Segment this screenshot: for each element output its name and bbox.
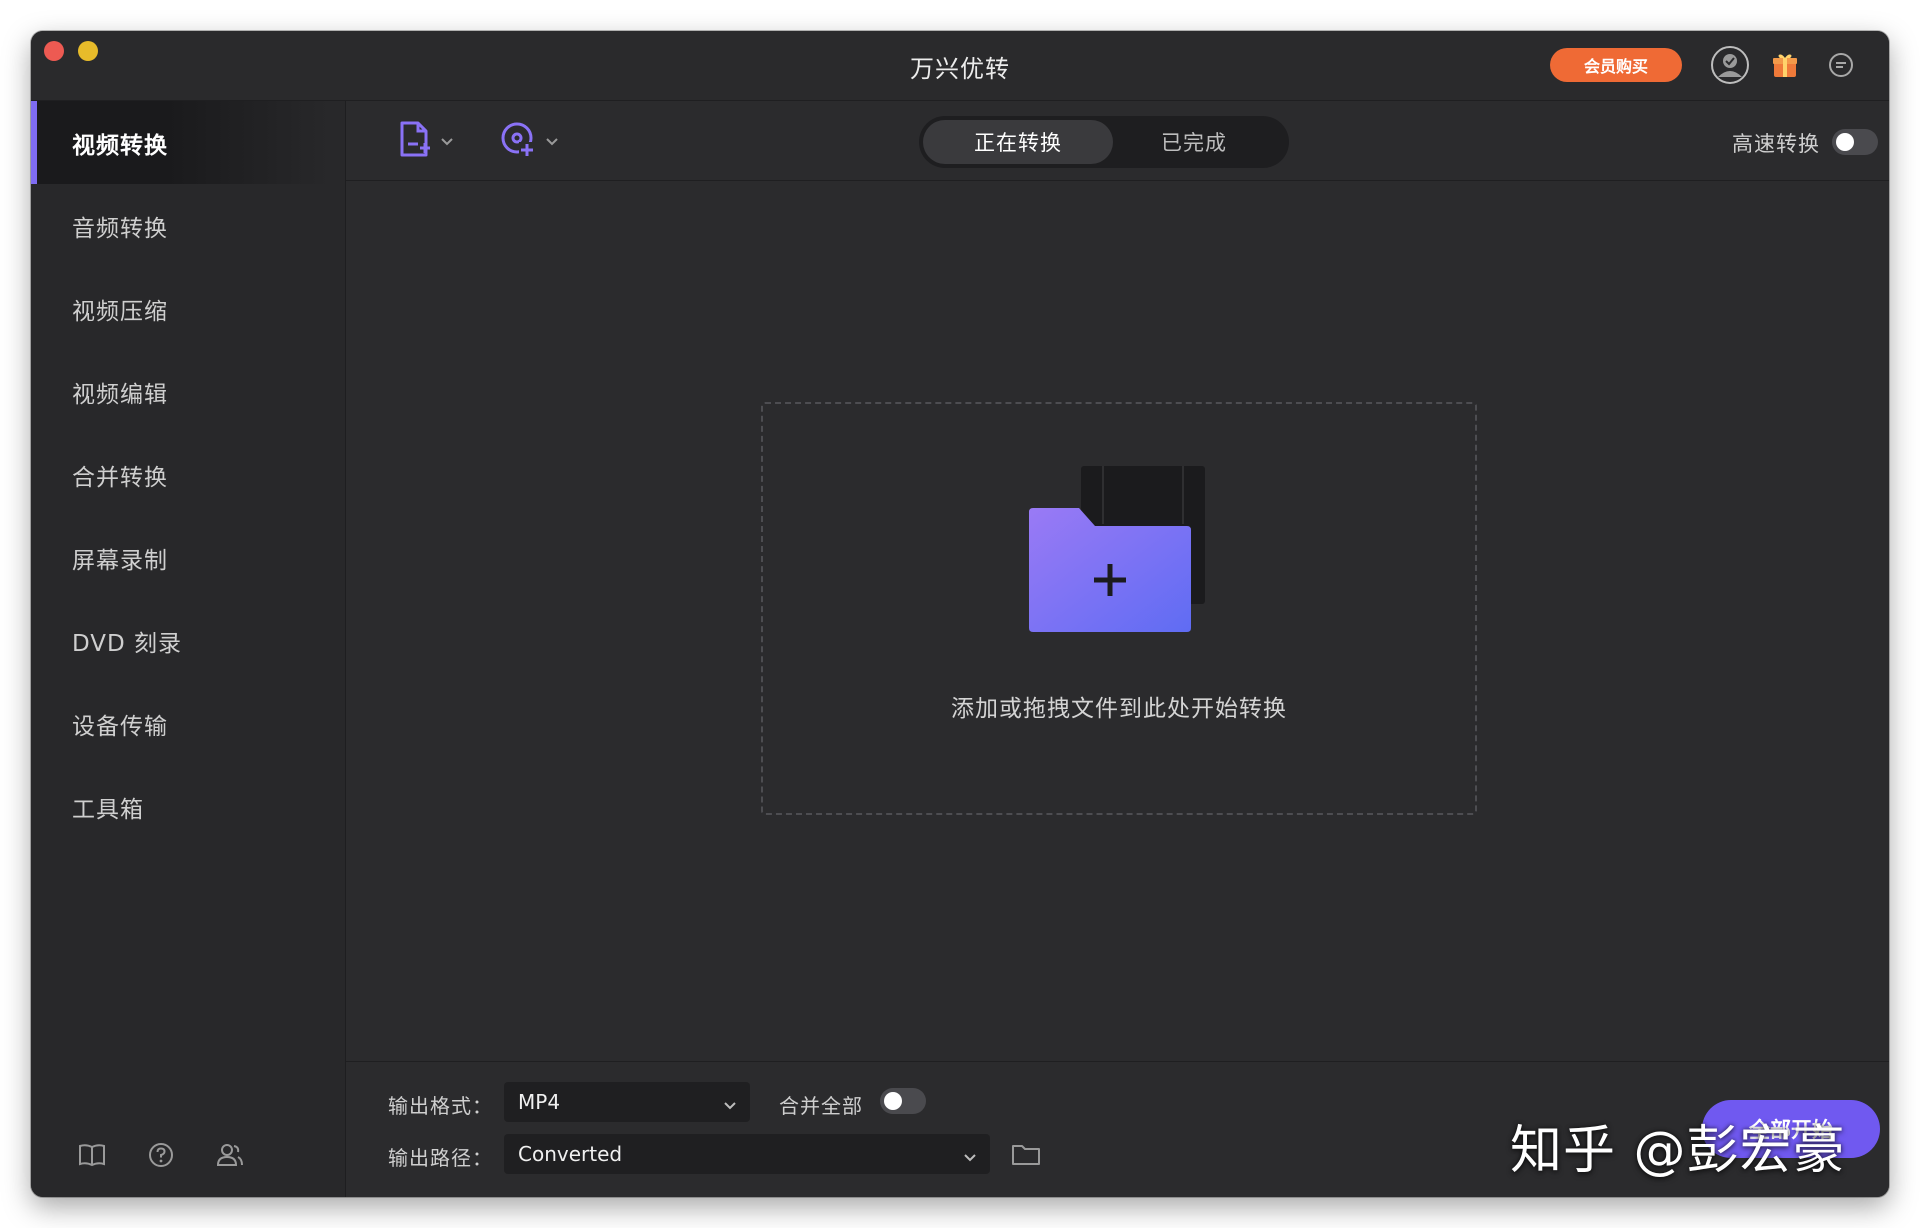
sidebar-item-merge-convert[interactable]: 合并转换: [31, 433, 331, 516]
chevron-down-icon: [962, 1146, 978, 1170]
sidebar-item-label: 音频转换: [72, 215, 168, 242]
open-folder-icon[interactable]: [1010, 1138, 1042, 1170]
sidebar-item-label: 视频压缩: [72, 298, 168, 325]
chevron-down-icon: [545, 132, 559, 151]
sidebar-item-video-edit[interactable]: 视频编辑: [31, 350, 331, 433]
tab-converting[interactable]: 正在转换: [923, 120, 1113, 164]
title-bar: 万兴优转 会员购买: [31, 31, 1889, 101]
help-icon[interactable]: [144, 1138, 178, 1172]
sidebar-item-label: DVD 刻录: [72, 630, 183, 657]
merge-all-label: 合并全部: [779, 1094, 863, 1118]
account-icon[interactable]: [1710, 45, 1750, 85]
output-format-label: 输出格式：: [388, 1094, 493, 1118]
add-file-button[interactable]: [398, 121, 454, 161]
sidebar-item-label: 视频编辑: [72, 381, 168, 408]
toolbar: 正在转换 已完成 高速转换: [346, 101, 1889, 181]
output-path-label: 输出路径：: [388, 1146, 493, 1170]
book-icon[interactable]: [75, 1138, 109, 1172]
gift-icon[interactable]: [1765, 45, 1805, 85]
sidebar-item-toolbox[interactable]: 工具箱: [31, 765, 331, 848]
add-disc-icon: [499, 120, 537, 162]
add-dvd-button[interactable]: [499, 121, 559, 161]
watermark-text: 知乎 @彭宏豪: [1510, 1121, 1846, 1181]
drop-hint-text: 添加或拖拽文件到此处开始转换: [951, 696, 1287, 722]
sidebar-item-label: 设备传输: [72, 713, 168, 740]
merge-all-toggle[interactable]: [880, 1088, 926, 1114]
vip-purchase-button[interactable]: 会员购买: [1550, 48, 1682, 82]
sidebar-item-dvd-burn[interactable]: DVD 刻录: [31, 599, 331, 682]
high-speed-toggle[interactable]: [1832, 129, 1878, 155]
output-path-value: Converted: [518, 1142, 623, 1166]
add-file-icon: [398, 120, 432, 162]
output-format-select[interactable]: MP4: [504, 1082, 750, 1122]
status-tabs: 正在转换 已完成: [919, 116, 1289, 168]
sidebar-item-label: 工具箱: [72, 796, 144, 823]
file-drop-zone[interactable]: 添加或拖拽文件到此处开始转换: [761, 402, 1477, 815]
sidebar-item-label: 视频转换: [72, 132, 168, 159]
main-area: 添加或拖拽文件到此处开始转换: [346, 181, 1889, 1061]
output-format-value: MP4: [518, 1090, 561, 1114]
app-window: 万兴优转 会员购买 视频转换 音频转换 视频压缩 视频编辑 合并转换 屏幕录制 …: [31, 31, 1889, 1197]
chevron-down-icon: [722, 1094, 738, 1118]
output-path-select[interactable]: Converted: [504, 1134, 990, 1174]
sidebar-item-video-convert[interactable]: 视频转换: [31, 101, 331, 184]
user-group-icon[interactable]: [213, 1138, 247, 1172]
sidebar-item-device-transfer[interactable]: 设备传输: [31, 682, 331, 765]
sidebar-item-label: 合并转换: [72, 464, 168, 491]
sidebar: 视频转换 音频转换 视频压缩 视频编辑 合并转换 屏幕录制 DVD 刻录 设备传…: [31, 101, 346, 1197]
add-folder-icon[interactable]: [1021, 464, 1211, 634]
high-speed-label: 高速转换: [1732, 132, 1820, 156]
tab-completed[interactable]: 已完成: [1099, 120, 1289, 164]
sidebar-item-label: 屏幕录制: [72, 547, 168, 574]
sidebar-item-video-compress[interactable]: 视频压缩: [31, 267, 331, 350]
chevron-down-icon: [440, 132, 454, 151]
sidebar-item-audio-convert[interactable]: 音频转换: [31, 184, 331, 267]
sidebar-item-screen-record[interactable]: 屏幕录制: [31, 516, 331, 599]
feedback-icon[interactable]: [1821, 45, 1861, 85]
